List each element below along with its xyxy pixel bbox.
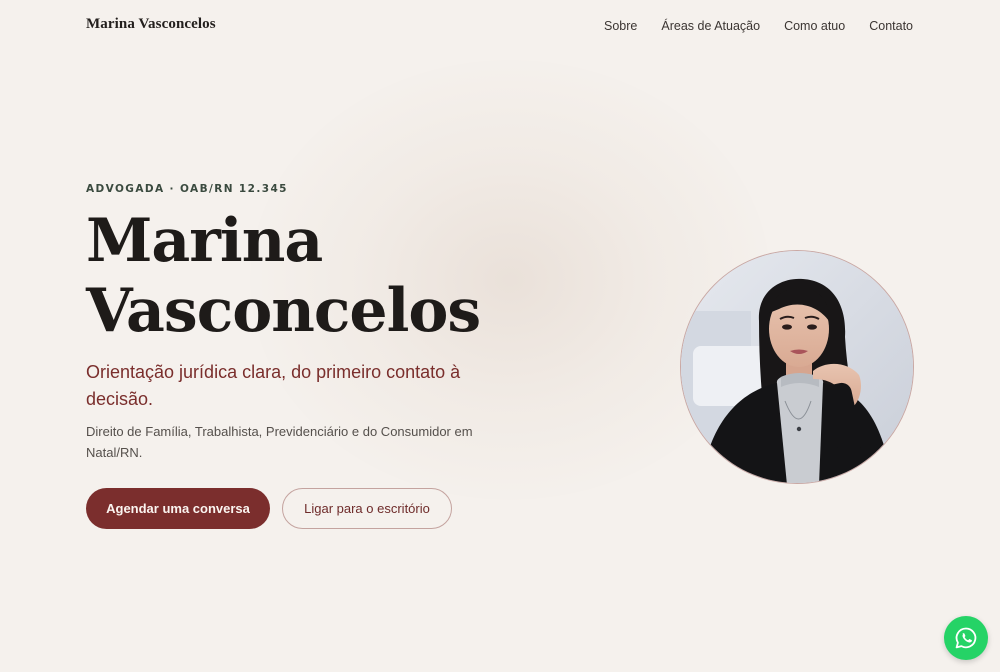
main-nav: Sobre Áreas de Atuação Como atuo Contato	[604, 19, 913, 33]
whatsapp-button[interactable]	[944, 616, 988, 660]
whatsapp-icon	[955, 627, 977, 649]
brand-logo[interactable]: Marina Vasconcelos	[86, 16, 216, 33]
hero-title-line-1: Marina	[86, 206, 323, 276]
schedule-conversation-button[interactable]: Agendar uma conversa	[86, 488, 270, 529]
hero-eyebrow: ADVOGADA · OAB/RN 12.345	[86, 183, 288, 195]
nav-link-about[interactable]: Sobre	[604, 19, 637, 33]
site-header: Marina Vasconcelos Sobre Áreas de Atuaçã…	[0, 0, 1000, 54]
portrait-illustration	[681, 251, 913, 483]
hero-description: Direito de Família, Trabalhista, Previde…	[86, 424, 473, 460]
hero-title-line-2: Vasconcelos	[86, 276, 481, 346]
lawyer-portrait	[680, 250, 914, 484]
nav-link-practice-areas[interactable]: Áreas de Atuação	[661, 19, 760, 33]
nav-link-how-i-work[interactable]: Como atuo	[784, 19, 845, 33]
nav-link-contact[interactable]: Contato	[869, 19, 913, 33]
call-office-button[interactable]: Ligar para o escritório	[282, 488, 452, 529]
hero-title: Marina Vasconcelos	[86, 206, 481, 346]
hero-subtitle: Orientação jurídica clara, do primeiro c…	[86, 362, 461, 409]
